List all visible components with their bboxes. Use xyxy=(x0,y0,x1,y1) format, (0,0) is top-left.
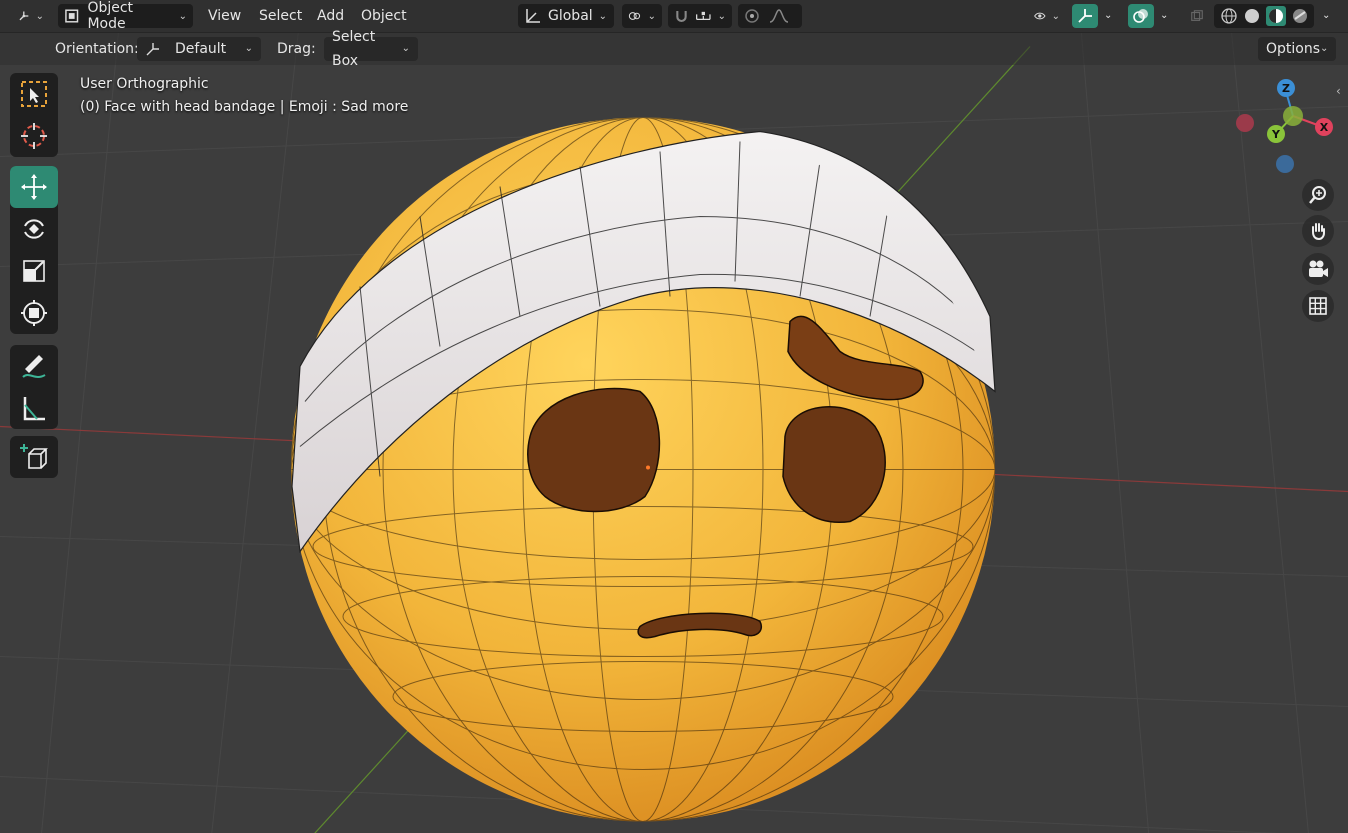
wireframe-shading-icon[interactable] xyxy=(1220,7,1238,25)
transform-orientation-label: Global xyxy=(548,8,593,24)
eye-icon xyxy=(1034,12,1046,20)
toolbar-group-transform xyxy=(10,166,58,334)
tool-transform[interactable] xyxy=(10,292,58,334)
view-name: User Orthographic xyxy=(80,76,209,92)
pan-button[interactable] xyxy=(1302,215,1334,247)
tool-annotate[interactable] xyxy=(10,345,58,387)
scale-icon xyxy=(23,260,45,282)
drag-dropdown[interactable]: Select Box ⌄ xyxy=(324,29,418,69)
chevron-down-icon: ⌄ xyxy=(178,10,187,22)
options-label: Options xyxy=(1266,41,1321,57)
tool-measure[interactable] xyxy=(10,387,58,429)
negative-x-axis-handle[interactable] xyxy=(1236,114,1254,132)
camera-view-button[interactable] xyxy=(1302,253,1334,285)
falloff-curve-icon[interactable] xyxy=(768,8,790,24)
hand-pan-icon xyxy=(1312,223,1325,241)
drag-value: Select Box xyxy=(332,29,376,69)
overlays-toggle[interactable] xyxy=(1128,4,1154,28)
transform-icon xyxy=(21,300,47,326)
snap-increment-icon[interactable] xyxy=(695,8,712,24)
overlays-icon xyxy=(1133,9,1148,23)
z-axis-handle[interactable]: Z xyxy=(1277,79,1295,97)
material-preview-shading-button[interactable] xyxy=(1265,6,1286,26)
options-dropdown[interactable]: Options ⌄ xyxy=(1258,37,1336,61)
menu-view[interactable]: View xyxy=(202,4,247,28)
y-axis-handle[interactable]: Y xyxy=(1267,125,1285,143)
snap-group[interactable]: ⌄ xyxy=(668,4,732,28)
tool-select-box[interactable] xyxy=(10,73,58,115)
proportional-edit-icon[interactable] xyxy=(744,8,760,24)
viewport-header: ⌄ Object Mode ⌄ View Select Add Object G… xyxy=(0,0,1348,33)
pivot-point-icon xyxy=(628,12,641,20)
toolbar-group-add xyxy=(10,436,58,478)
proportional-edit-group[interactable] xyxy=(738,4,802,28)
negative-y-axis-handle[interactable] xyxy=(1283,106,1303,126)
x-axis-handle[interactable]: X xyxy=(1315,118,1333,136)
tool-move[interactable] xyxy=(10,166,58,208)
measure-icon xyxy=(23,397,45,421)
zoom-icon xyxy=(1309,186,1326,204)
negative-z-axis-handle[interactable] xyxy=(1276,155,1294,173)
shading-mode-group[interactable] xyxy=(1214,4,1314,28)
visibility-dropdown[interactable]: ⌄ xyxy=(1028,4,1066,28)
tool-cursor[interactable] xyxy=(10,115,58,157)
chevron-down-icon: ⌄ xyxy=(647,10,656,22)
xray-toggle[interactable] xyxy=(1184,4,1210,28)
rendered-shading-icon[interactable] xyxy=(1291,7,1309,25)
tool-scale[interactable] xyxy=(10,250,58,292)
gizmo-icon xyxy=(1078,9,1092,23)
gizmo-toggle[interactable] xyxy=(1072,4,1098,28)
emoji-model[interactable] xyxy=(291,117,996,822)
orientation-value: Default xyxy=(175,41,227,57)
editor-type-button[interactable]: ⌄ xyxy=(12,4,50,28)
toolbar-group-annotate xyxy=(10,345,58,429)
move-icon xyxy=(21,174,47,200)
chevron-down-icon: ⌄ xyxy=(598,10,608,22)
ortho-toggle-button[interactable] xyxy=(1302,290,1334,322)
mode-label: Object Mode xyxy=(87,0,134,32)
transform-orientation-dropdown[interactable]: Global ⌄ xyxy=(518,4,614,28)
annotate-icon xyxy=(22,355,46,378)
pivot-point-button[interactable]: ⌄ xyxy=(622,4,662,28)
rotate-icon xyxy=(24,219,44,239)
cursor-icon xyxy=(21,123,47,149)
tool-rotate[interactable] xyxy=(10,208,58,250)
chevron-down-icon: ⌄ xyxy=(1051,10,1060,22)
orientation-label: Orientation: xyxy=(55,41,139,57)
grid-ortho-icon xyxy=(1309,297,1327,315)
xray-icon xyxy=(1191,10,1203,21)
magnet-icon[interactable] xyxy=(674,7,689,25)
material-preview-icon xyxy=(1268,9,1283,23)
chevron-down-icon[interactable]: ⌄ xyxy=(1098,4,1118,28)
drag-label: Drag: xyxy=(277,41,316,57)
right-eye xyxy=(782,406,886,524)
camera-icon xyxy=(1309,260,1328,277)
sidebar-toggle-arrow[interactable]: ‹ xyxy=(1336,84,1341,98)
chevron-down-icon: ⌄ xyxy=(1320,43,1329,54)
object-mode-icon xyxy=(65,9,79,23)
add-cube-icon xyxy=(20,444,48,469)
chevron-down-icon[interactable]: ⌄ xyxy=(1316,4,1336,28)
orientation-axes-icon xyxy=(146,43,159,56)
orientation-gizmo-icon xyxy=(19,11,29,21)
object-info: (0) Face with head bandage | Emoji : Sad… xyxy=(80,99,409,115)
transform-axes-icon xyxy=(526,9,540,23)
toolbar-group-select xyxy=(10,73,58,157)
zoom-button[interactable] xyxy=(1302,179,1334,211)
chevron-down-icon: ⌄ xyxy=(401,43,410,54)
chevron-down-icon: ⌄ xyxy=(717,10,726,22)
select-box-icon xyxy=(21,81,47,107)
chevron-down-icon[interactable]: ⌄ xyxy=(1154,4,1174,28)
chevron-down-icon: ⌄ xyxy=(244,43,253,54)
tool-add-cube[interactable] xyxy=(10,436,58,478)
orientation-dropdown[interactable]: Default ⌄ xyxy=(137,37,261,61)
mode-dropdown[interactable]: Object Mode ⌄ xyxy=(58,0,193,32)
solid-shading-icon[interactable] xyxy=(1243,7,1261,25)
viewport-background[interactable] xyxy=(0,0,1348,833)
chevron-down-icon: ⌄ xyxy=(35,10,44,22)
menu-select[interactable]: Select xyxy=(253,4,308,28)
